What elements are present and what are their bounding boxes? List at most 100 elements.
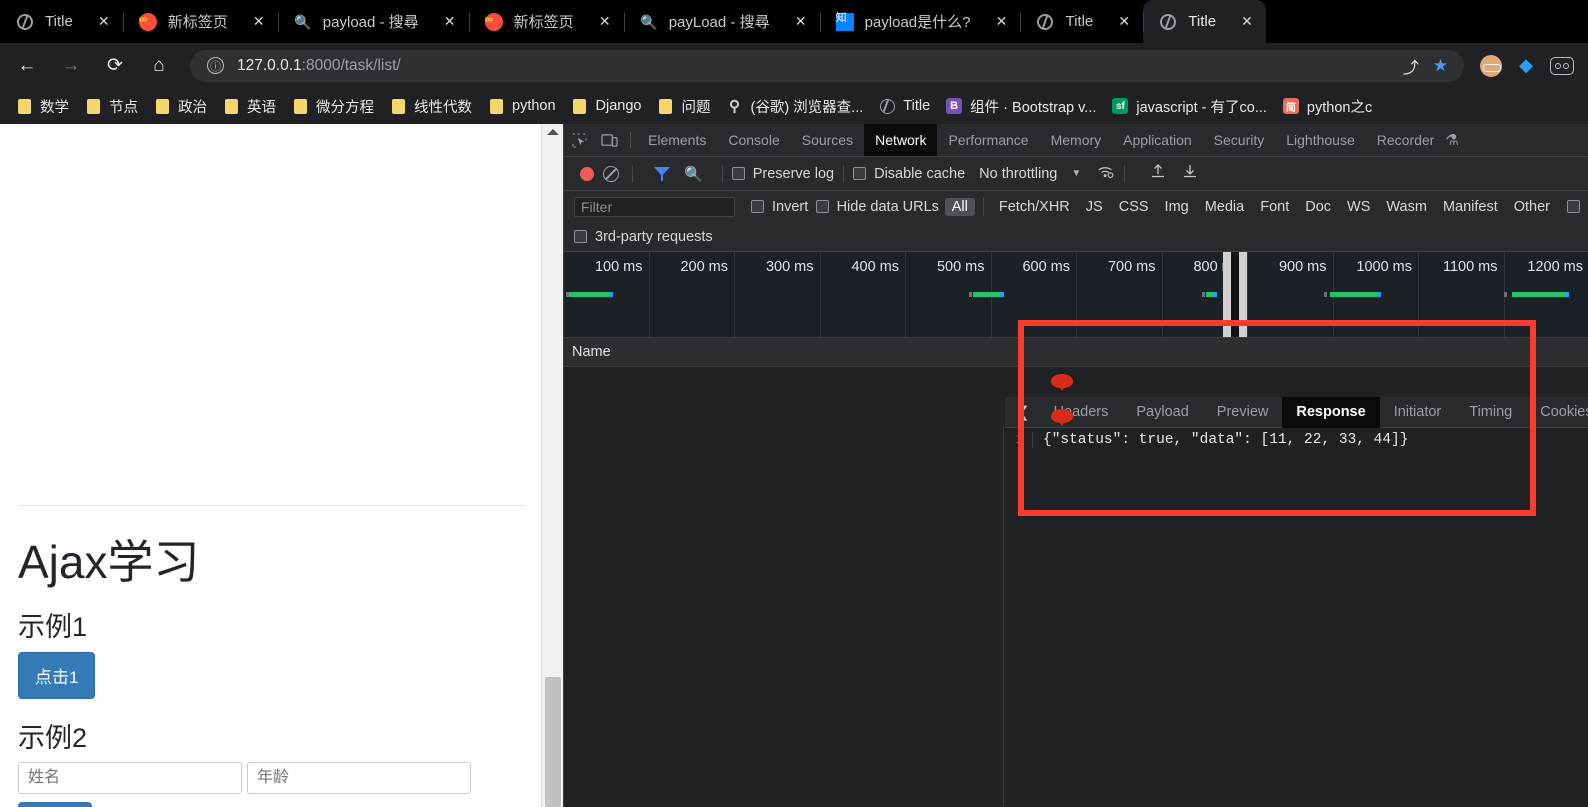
- bookmark-4[interactable]: 微分方程: [284, 93, 382, 119]
- search-icon[interactable]: 🔍: [684, 165, 703, 183]
- bookmark-12[interactable]: sf javascript - 有了co...: [1104, 93, 1275, 119]
- resource-filter-font[interactable]: Font: [1253, 198, 1296, 216]
- detail-tab-cookies[interactable]: Cookies: [1526, 397, 1588, 428]
- experiments-beaker-icon[interactable]: ⚗: [1445, 124, 1464, 156]
- devtools-tab-console[interactable]: Console: [717, 124, 790, 156]
- resource-filter-img[interactable]: Img: [1158, 198, 1196, 216]
- import-har-icon[interactable]: [1150, 163, 1166, 184]
- profile-avatar-icon[interactable]: [1480, 54, 1503, 77]
- chevron-down-icon[interactable]: ▼: [1071, 168, 1081, 179]
- detail-tab-response[interactable]: Response: [1282, 396, 1380, 428]
- bookmark-8[interactable]: 问题: [650, 93, 719, 119]
- resource-filter-doc[interactable]: Doc: [1298, 198, 1338, 216]
- click-1-button[interactable]: 点击1: [18, 652, 96, 699]
- detail-tab-payload[interactable]: Payload: [1122, 397, 1202, 428]
- scroll-up-arrow-icon[interactable]: [547, 129, 559, 135]
- close-icon[interactable]: ✕: [250, 13, 268, 31]
- browser-tab-6[interactable]: Title ✕: [1020, 0, 1143, 43]
- gem-extension-icon[interactable]: ◆: [1519, 55, 1533, 76]
- throttling-select[interactable]: No throttling: [979, 166, 1057, 182]
- resource-filter-css[interactable]: CSS: [1112, 198, 1156, 216]
- close-icon[interactable]: ✕: [441, 13, 459, 31]
- clear-button[interactable]: [603, 165, 619, 182]
- third-party-requests-checkbox[interactable]: 3rd-party requests: [574, 229, 713, 245]
- close-icon[interactable]: ✕: [792, 13, 810, 31]
- share-icon[interactable]: ⤴: [1403, 54, 1419, 78]
- devtools-tab-elements[interactable]: Elements: [637, 124, 717, 156]
- more-filters-checkbox[interactable]: [1567, 200, 1581, 213]
- close-icon[interactable]: ✕: [1238, 13, 1256, 31]
- detail-tab-preview[interactable]: Preview: [1203, 397, 1283, 428]
- resource-filter-all[interactable]: All: [944, 197, 975, 216]
- bookmark-2[interactable]: 政治: [146, 93, 215, 119]
- home-button[interactable]: ⌂: [142, 49, 176, 83]
- checkbox-box[interactable]: [815, 200, 829, 213]
- devtools-tab-sources[interactable]: Sources: [791, 124, 864, 156]
- close-icon[interactable]: ✕: [1115, 13, 1133, 31]
- devtools-tab-lighthouse[interactable]: Lighthouse: [1275, 124, 1366, 156]
- browser-tab-1[interactable]: ∞ 新标签页 ✕: [122, 0, 278, 43]
- browser-tab-4[interactable]: 🔍 payLoad - 搜尋 ✕: [623, 0, 820, 43]
- checkbox-box[interactable]: [751, 200, 765, 213]
- devtools-tab-memory[interactable]: Memory: [1040, 124, 1113, 156]
- back-chevron-icon[interactable]: ❮: [1005, 403, 1040, 421]
- network-overview-timeline[interactable]: 100 ms 200 ms 300 ms 400 ms 500 ms 600 ms 700 …: [564, 252, 1588, 338]
- resource-filter-ws[interactable]: WS: [1340, 198, 1377, 216]
- browser-tab-2[interactable]: 🔍 payload - 搜尋 ✕: [277, 0, 469, 43]
- checkbox-box[interactable]: [853, 167, 867, 180]
- bookmark-5[interactable]: 线性代数: [382, 93, 480, 119]
- resource-filter-fetch-xhr[interactable]: Fetch/XHR: [992, 198, 1077, 216]
- timeline-selection-handle-right[interactable]: [1239, 252, 1247, 337]
- bookmark-9[interactable]: ⚲ (谷歌) 浏览器查...: [719, 93, 872, 119]
- back-button[interactable]: ←: [10, 49, 44, 83]
- invert-checkbox[interactable]: Invert: [751, 199, 808, 215]
- record-button[interactable]: [580, 166, 594, 181]
- browser-tab-7[interactable]: Title ✕: [1143, 0, 1267, 43]
- devtools-tab-performance[interactable]: Performance: [937, 124, 1039, 156]
- preserve-log-checkbox[interactable]: Preserve log: [731, 166, 834, 182]
- resource-filter-js[interactable]: JS: [1079, 198, 1110, 216]
- submit-button-partial[interactable]: [18, 802, 92, 807]
- name-input[interactable]: [18, 762, 242, 794]
- resource-filter-manifest[interactable]: Manifest: [1436, 198, 1505, 216]
- checkbox-box[interactable]: [731, 167, 745, 180]
- device-toolbar-icon[interactable]: [594, 124, 624, 156]
- hide-data-urls-checkbox[interactable]: Hide data URLs: [815, 199, 939, 215]
- filter-icon[interactable]: [654, 166, 670, 181]
- devtools-tab-recorder[interactable]: Recorder: [1366, 124, 1446, 156]
- export-har-icon[interactable]: [1182, 163, 1198, 184]
- browser-tab-0[interactable]: Title ✕: [0, 0, 123, 43]
- requests-table-body[interactable]: [564, 426, 1004, 807]
- reload-button[interactable]: ⟳: [98, 49, 132, 83]
- close-icon[interactable]: ✕: [95, 13, 113, 31]
- bookmark-0[interactable]: 数学: [8, 93, 77, 119]
- detail-tab-initiator[interactable]: Initiator: [1380, 397, 1456, 428]
- forward-button[interactable]: →: [54, 49, 88, 83]
- checkbox-box[interactable]: [574, 230, 587, 243]
- address-bar[interactable]: ⓘ 127.0.0.1:8000/task/list/ ⤴ ★: [190, 49, 1465, 82]
- bookmark-10[interactable]: Title: [871, 93, 938, 119]
- bookmark-3[interactable]: 英语: [215, 93, 284, 119]
- devtools-tab-security[interactable]: Security: [1203, 124, 1276, 156]
- browser-tab-5[interactable]: 知 payload是什么? ✕: [819, 0, 1021, 43]
- bookmark-11[interactable]: B 组件 · Bootstrap v...: [938, 93, 1104, 119]
- disable-cache-checkbox[interactable]: Disable cache: [853, 166, 965, 182]
- bookmark-7[interactable]: Django: [564, 93, 650, 119]
- site-info-icon[interactable]: ⓘ: [207, 57, 224, 74]
- detail-tab-timing[interactable]: Timing: [1455, 397, 1526, 428]
- response-body-viewer[interactable]: 1 {"status": true, "data": [11, 22, 33, …: [1005, 428, 1588, 807]
- bookmark-star-icon[interactable]: ★: [1433, 56, 1448, 76]
- bookmark-1[interactable]: 节点: [77, 93, 146, 119]
- bookmark-6[interactable]: python: [480, 93, 564, 119]
- goo-extension-icon[interactable]: [1550, 56, 1574, 75]
- resource-filter-media[interactable]: Media: [1198, 198, 1252, 216]
- close-icon[interactable]: ✕: [596, 13, 614, 31]
- timeline-selection-handle-left[interactable]: [1223, 252, 1231, 337]
- browser-tab-3[interactable]: ∞ 新标签页 ✕: [468, 0, 624, 43]
- network-conditions-icon[interactable]: [1097, 165, 1115, 183]
- page-scrollbar[interactable]: [541, 124, 563, 807]
- devtools-tab-application[interactable]: Application: [1112, 124, 1203, 156]
- inspect-element-icon[interactable]: [564, 124, 594, 156]
- bookmark-13[interactable]: 简 python之c: [1275, 93, 1380, 119]
- page-scrollbar-thumb[interactable]: [545, 677, 561, 807]
